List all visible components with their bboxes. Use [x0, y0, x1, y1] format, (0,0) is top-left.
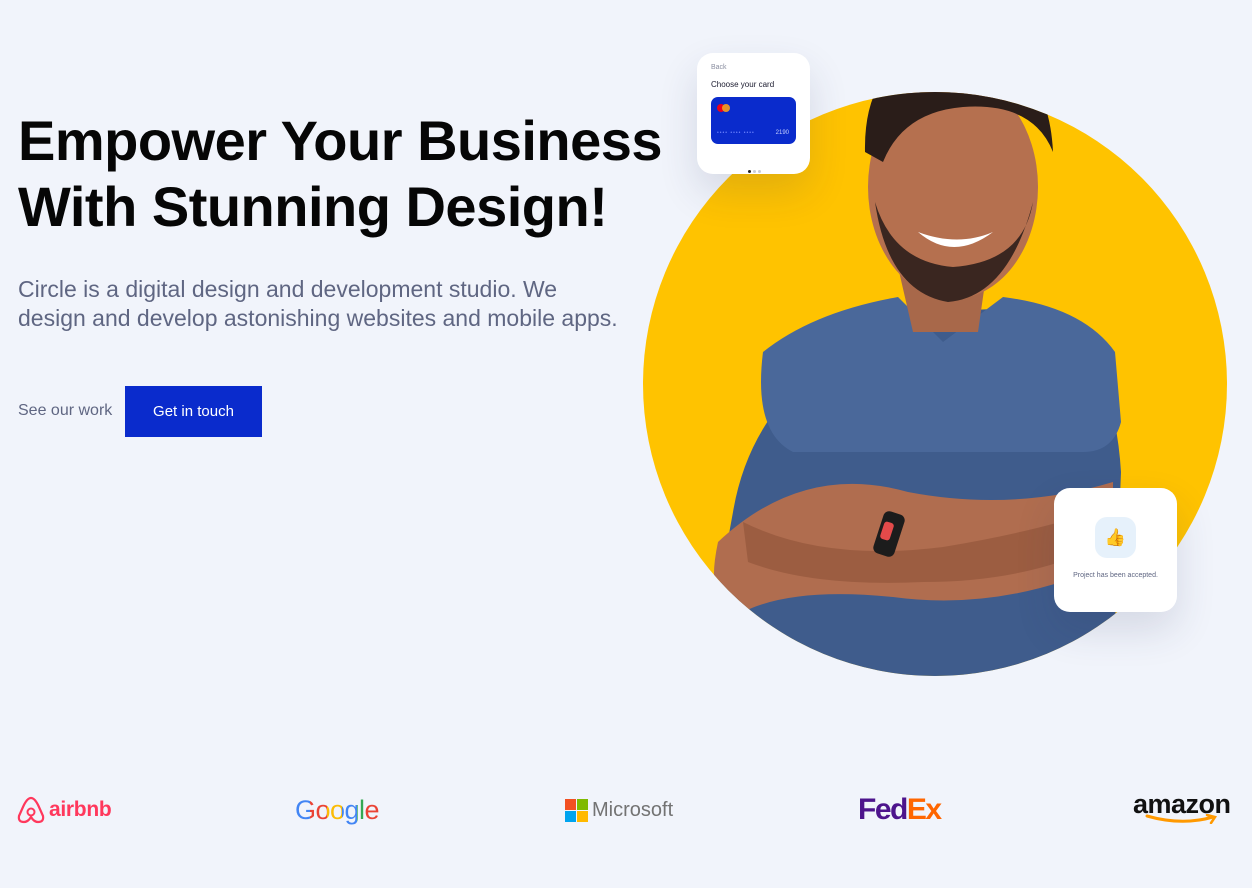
- choose-card-heading: Choose your card: [711, 80, 775, 89]
- amazon-smile-icon: [1145, 814, 1218, 824]
- card-masked-number: •••• •••• ••••: [717, 130, 755, 136]
- card-last-digits: 2190: [775, 130, 789, 136]
- credit-card[interactable]: •••• •••• •••• 2190: [711, 97, 796, 144]
- see-our-work-link[interactable]: See our work: [18, 400, 112, 422]
- project-accepted-message: Project has been accepted.: [1073, 572, 1158, 579]
- mastercard-icon: [717, 104, 730, 112]
- hero-title-line-2: With Stunning Design!: [18, 175, 608, 238]
- airbnb-wordmark: airbnb: [49, 798, 112, 821]
- airbnb-icon: [17, 796, 45, 824]
- microsoft-wordmark: Microsoft: [592, 798, 674, 821]
- project-accepted-card: 👍 Project has been accepted.: [1054, 488, 1177, 612]
- fedex-logo: Fed Ex: [858, 790, 942, 830]
- fedex-wordmark-ex: Ex: [906, 793, 942, 826]
- microsoft-icon: [565, 798, 588, 822]
- hero-title: Empower Your Business With Stunning Desi…: [18, 108, 663, 240]
- client-logos: airbnb Google Microsoft Fed Ex amazon: [0, 790, 1252, 830]
- microsoft-logo: Microsoft: [565, 790, 673, 830]
- back-label[interactable]: Back: [711, 64, 727, 71]
- airbnb-logo: airbnb: [17, 790, 112, 830]
- fedex-wordmark-fed: Fed: [858, 793, 908, 826]
- google-logo: Google: [295, 790, 380, 830]
- google-wordmark: Google: [295, 794, 380, 825]
- amazon-logo: amazon: [1133, 790, 1231, 830]
- hero-title-line-1: Empower Your Business: [18, 109, 663, 172]
- carousel-dots: [748, 160, 763, 178]
- hero-description: Circle is a digital design and developme…: [18, 276, 618, 331]
- get-in-touch-button[interactable]: Get in touch: [125, 386, 262, 437]
- thumbs-up-icon: 👍: [1095, 517, 1136, 558]
- payment-card-widget: Back Choose your card •••• •••• •••• 219…: [697, 53, 810, 174]
